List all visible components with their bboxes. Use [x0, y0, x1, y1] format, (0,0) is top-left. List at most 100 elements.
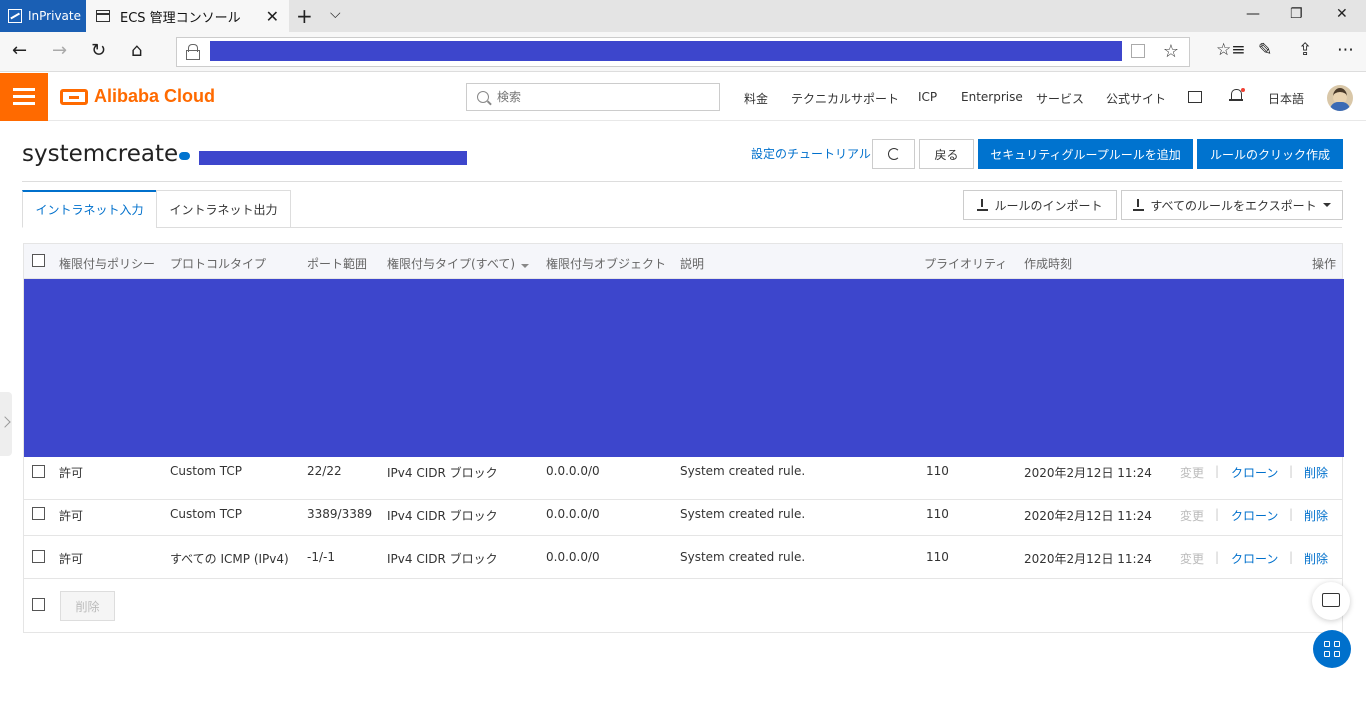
col-port: ポート範囲 — [307, 257, 368, 271]
edit-link[interactable]: 変更 — [1180, 507, 1204, 524]
search-icon — [477, 91, 489, 103]
edit-link[interactable]: 変更 — [1180, 464, 1204, 481]
language-selector[interactable]: 日本語 — [1268, 90, 1304, 107]
cell-created: 2020年2月12日 11:24 — [1024, 466, 1152, 480]
export-label: すべてのルールをエクスポート — [1150, 198, 1317, 213]
cell-created: 2020年2月12日 11:24 — [1024, 552, 1152, 566]
cell-port: -1/-1 — [307, 550, 335, 564]
side-panel-handle[interactable] — [0, 392, 12, 456]
cloud-icon — [179, 152, 190, 160]
cell-port: 3389/3389 — [307, 507, 373, 521]
share-icon[interactable]: ⇪ — [1298, 40, 1312, 60]
back-page-button[interactable]: 戻る — [919, 139, 974, 169]
tutorial-link[interactable]: 設定のチュートリアル — [751, 145, 871, 162]
nav-icp[interactable]: ICP — [918, 90, 937, 104]
tab-title: ECS 管理コンソール — [120, 10, 241, 26]
tab-intranet-inbound[interactable]: イントラネット入力 — [22, 190, 157, 228]
favorites-icon[interactable]: ☆≡ — [1216, 40, 1245, 60]
cell-policy: 許可 — [59, 466, 84, 480]
home-button[interactable]: ⌂ — [131, 40, 142, 61]
action-separator: | — [1289, 464, 1294, 478]
apps-icon[interactable] — [1313, 630, 1351, 668]
cell-created: 2020年2月12日 11:24 — [1024, 509, 1152, 523]
cell-auth-object: 0.0.0.0/0 — [546, 507, 600, 521]
bulk-delete-button[interactable]: 削除 — [60, 591, 115, 621]
avatar[interactable] — [1327, 85, 1353, 111]
reading-view-icon[interactable] — [1131, 44, 1145, 58]
cell-priority: 110 — [926, 550, 949, 564]
nav-enterprise[interactable]: Enterprise — [961, 90, 1023, 104]
favorite-star-icon[interactable]: ☆ — [1163, 41, 1179, 62]
action-separator: | — [1289, 507, 1294, 521]
cell-port: 22/22 — [307, 464, 342, 478]
clone-link[interactable]: クローン — [1231, 464, 1278, 481]
select-all-checkbox[interactable] — [32, 254, 45, 267]
rules-table: 権限付与ポリシー プロトコルタイプ ポート範囲 権限付与タイプ(すべて) 権限付… — [23, 243, 1344, 633]
cell-auth-object: 0.0.0.0/0 — [546, 550, 600, 564]
cell-priority: 110 — [926, 464, 949, 478]
page-title: systemcreate — [22, 141, 179, 167]
row-checkbox[interactable] — [32, 465, 45, 478]
nav-support[interactable]: テクニカルサポート — [791, 90, 899, 107]
forward-button[interactable]: → — [52, 40, 67, 61]
minimize-button[interactable]: — — [1246, 6, 1260, 22]
cell-auth-type: IPv4 CIDR ブロック — [387, 466, 498, 480]
col-auth-type[interactable]: 権限付与タイプ(すべて) — [387, 255, 530, 272]
cell-auth-type: IPv4 CIDR ブロック — [387, 509, 498, 523]
row-checkbox[interactable] — [32, 507, 45, 520]
nav-official-site[interactable]: 公式サイト — [1106, 90, 1166, 107]
nav-services[interactable]: サービス — [1036, 90, 1084, 107]
delete-link[interactable]: 削除 — [1304, 550, 1328, 567]
table-row: 許可 すべての ICMP (IPv4) -1/-1 IPv4 CIDR ブロック… — [24, 536, 1342, 579]
cell-auth-type: IPv4 CIDR ブロック — [387, 552, 498, 566]
add-rule-button[interactable]: セキュリティグループルールを追加 — [978, 139, 1193, 169]
export-rules-button[interactable]: すべてのルールをエクスポート — [1121, 190, 1343, 220]
close-window-button[interactable]: ✕ — [1336, 6, 1348, 22]
clone-link[interactable]: クローン — [1231, 550, 1278, 567]
reload-button[interactable]: ↻ — [91, 40, 106, 61]
browser-toolbar: ← → ↻ ⌂ ☆ ☆≡ ✎ ⇪ ⋯ — [0, 32, 1366, 72]
more-icon[interactable]: ⋯ — [1337, 40, 1354, 60]
browser-tab-ecs[interactable]: ECS 管理コンソール ✕ — [86, 0, 289, 32]
inprivate-label: InPrivate — [28, 9, 81, 23]
cell-description: System created rule. — [680, 507, 806, 521]
delete-link[interactable]: 削除 — [1304, 507, 1328, 524]
back-button[interactable]: ← — [12, 40, 27, 61]
terminal-icon[interactable] — [1188, 91, 1202, 103]
quick-create-button[interactable]: ルールのクリック作成 — [1197, 139, 1343, 169]
refresh-icon — [887, 148, 900, 160]
cell-protocol: Custom TCP — [170, 464, 243, 478]
col-policy: 権限付与ポリシー — [59, 257, 156, 271]
tab-close-icon[interactable]: ✕ — [266, 7, 279, 26]
bell-icon[interactable] — [1229, 88, 1245, 104]
import-rules-button[interactable]: ルールのインポート — [963, 190, 1117, 220]
footer-select-all-checkbox[interactable] — [32, 598, 45, 611]
tab-intranet-outbound[interactable]: イントラネット出力 — [156, 190, 291, 228]
refresh-button[interactable] — [872, 139, 915, 169]
inprivate-badge: InPrivate — [0, 0, 86, 32]
clone-link[interactable]: クローン — [1231, 507, 1278, 524]
alibaba-logo[interactable]: Alibaba Cloud — [60, 86, 215, 107]
menu-icon[interactable] — [0, 73, 48, 121]
edit-link[interactable]: 変更 — [1180, 550, 1204, 567]
cell-policy: 許可 — [59, 509, 84, 523]
cell-description: System created rule. — [680, 464, 806, 478]
delete-link[interactable]: 削除 — [1304, 464, 1328, 481]
restore-button[interactable]: ❐ — [1290, 6, 1303, 22]
col-priority: プライオリティ — [924, 257, 1008, 271]
col-created: 作成時刻 — [1024, 257, 1073, 271]
search-input[interactable] — [497, 88, 707, 106]
address-bar[interactable]: ☆ — [176, 37, 1190, 67]
cell-auth-object: 0.0.0.0/0 — [546, 464, 600, 478]
cell-policy: 許可 — [59, 552, 84, 566]
nav-pricing[interactable]: 料金 — [744, 90, 768, 107]
tab-list-chevron-icon[interactable]: ⌵ — [330, 6, 341, 22]
chat-icon[interactable] — [1312, 582, 1350, 620]
pen-icon[interactable]: ✎ — [1258, 40, 1272, 60]
row-checkbox[interactable] — [32, 550, 45, 563]
inprivate-icon — [8, 9, 22, 23]
browser-tabstrip: InPrivate ECS 管理コンソール ✕ + ⌵ — ❐ ✕ — [0, 0, 1366, 32]
search-box[interactable] — [466, 83, 720, 111]
new-tab-button[interactable]: + — [296, 4, 313, 28]
download-icon — [977, 199, 989, 211]
